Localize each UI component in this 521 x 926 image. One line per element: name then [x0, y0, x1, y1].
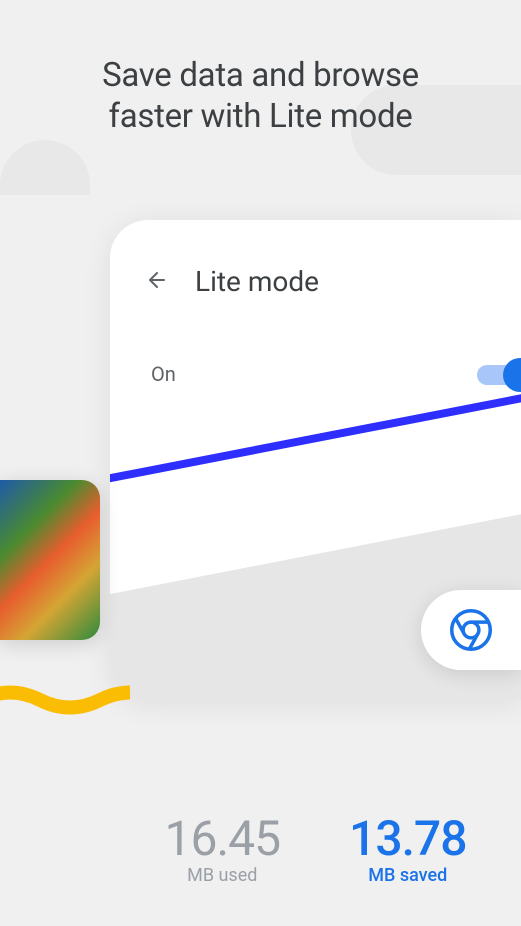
headline-line2: faster with Lite mode — [109, 97, 413, 136]
toggle-row: On — [145, 356, 521, 392]
stat-used: 16.45 MB used — [164, 810, 280, 886]
stat-used-label: MB used — [164, 865, 280, 886]
data-stats: 16.45 MB used 13.78 MB saved — [110, 810, 521, 886]
page-headline: Save data and browse faster with Lite mo… — [0, 55, 521, 138]
decorative-yellow-wave — [0, 680, 130, 720]
decorative-cloud-left — [0, 140, 90, 195]
headline-line1: Save data and browse — [102, 56, 419, 95]
card-header: Lite mode — [145, 265, 521, 298]
lite-mode-toggle[interactable] — [459, 356, 521, 392]
back-arrow-icon[interactable] — [145, 268, 169, 296]
chrome-icon — [450, 609, 492, 651]
stat-saved-value: 13.78 — [349, 810, 466, 867]
stat-saved-label: MB saved — [349, 865, 466, 886]
chrome-badge[interactable] — [421, 590, 521, 670]
decorative-art-card — [0, 480, 100, 640]
stat-used-value: 16.45 — [164, 810, 280, 867]
toggle-label: On — [151, 362, 176, 386]
stat-saved: 13.78 MB saved — [349, 810, 466, 886]
card-title: Lite mode — [195, 265, 319, 298]
